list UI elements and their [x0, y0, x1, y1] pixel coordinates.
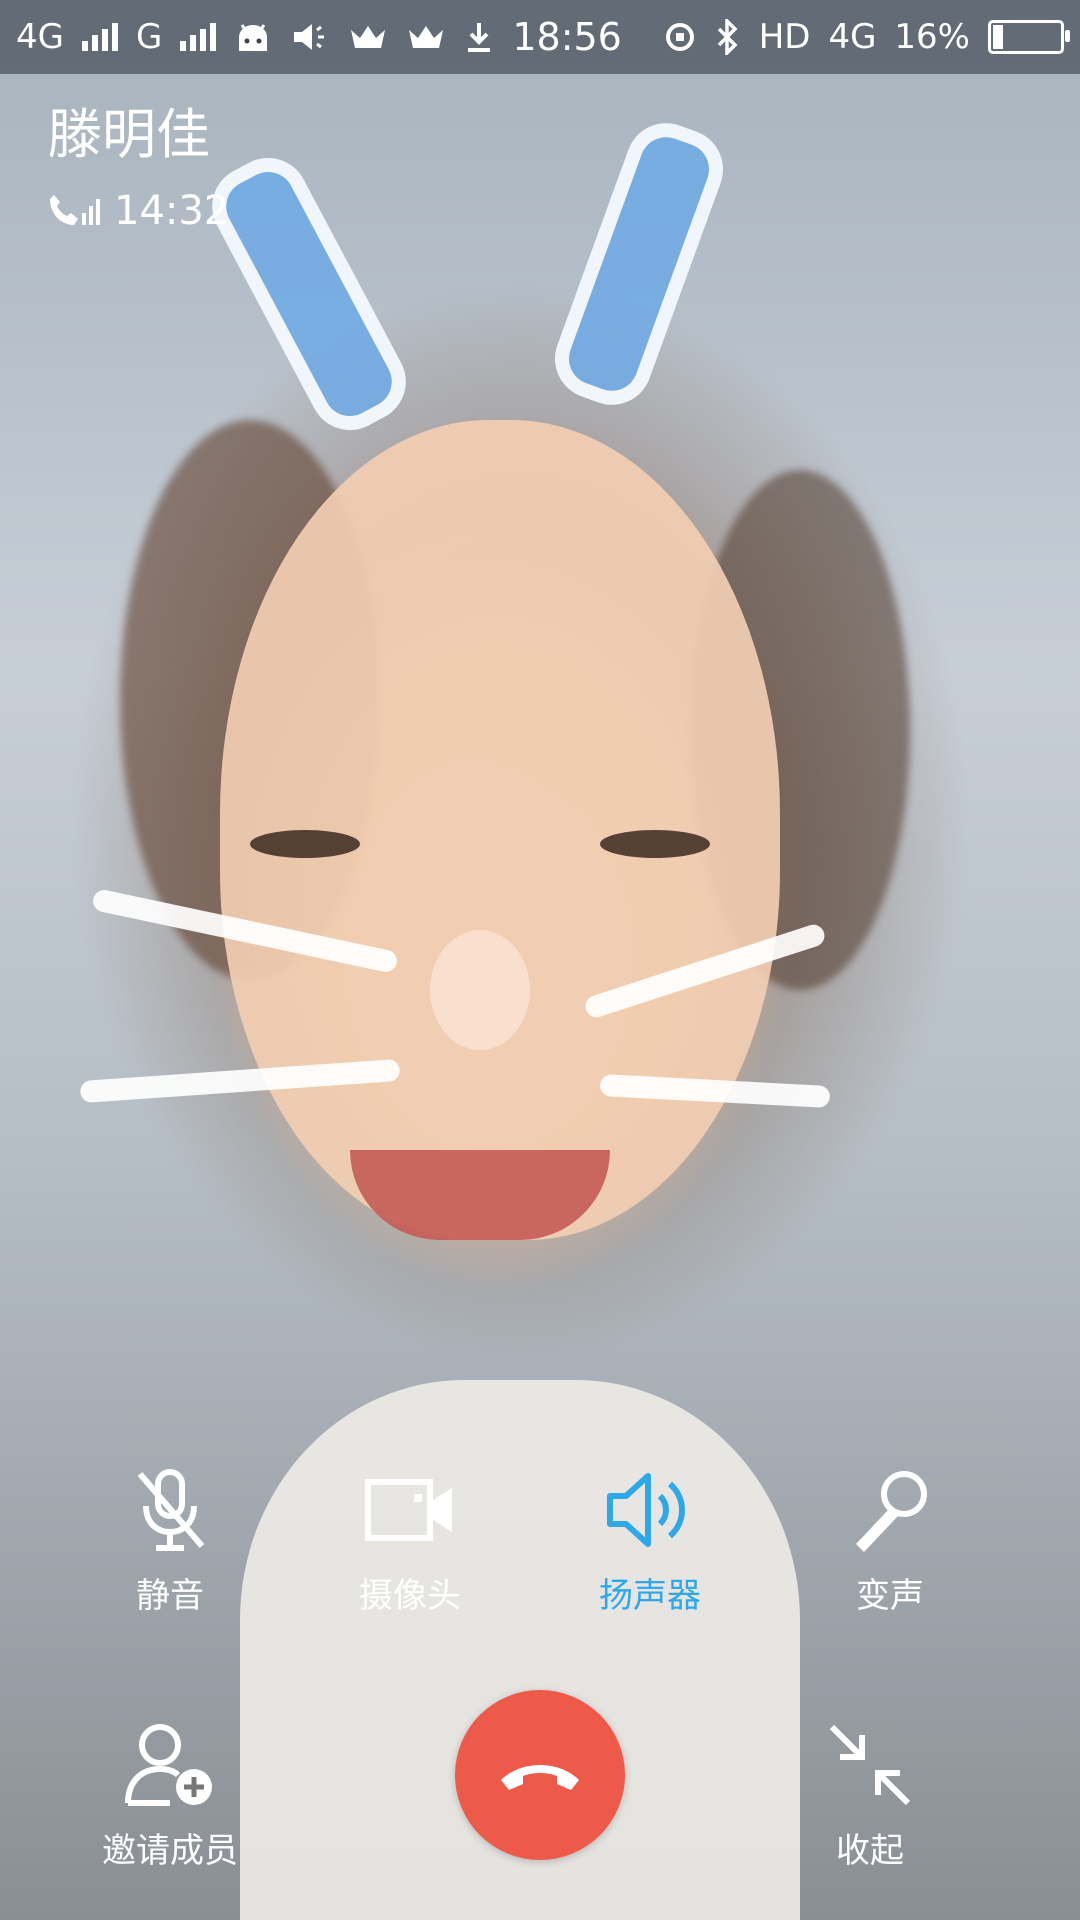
status-bar: 4G G 18:56 HD 4G 16% [0, 0, 1080, 74]
video-camera-icon [365, 1479, 452, 1541]
bunny-ear-right [543, 111, 735, 417]
collapse-label: 收起 [836, 1831, 904, 1871]
signal-icon-2 [180, 23, 217, 51]
camera-label: 摄像头 [359, 1576, 461, 1616]
voice-change-label: 变声 [856, 1576, 924, 1616]
bunny-ear-left [198, 143, 420, 445]
speaker-button[interactable]: 扬声器 [540, 1460, 760, 1617]
duration-text: 14:32 [114, 188, 230, 234]
clock: 18:56 [512, 15, 622, 59]
mute-button[interactable]: 静音 [60, 1460, 280, 1617]
download-icon [468, 23, 491, 52]
speaker-icon [607, 1473, 685, 1547]
caller-name: 滕明佳 [48, 103, 210, 166]
crown-icon-2 [409, 26, 444, 48]
android-icon [239, 24, 268, 51]
voice-change-button[interactable]: 变声 [780, 1460, 1000, 1617]
microphone-icon [856, 1471, 927, 1552]
network-type-3: 4G [828, 17, 877, 57]
battery-percent: 16% [894, 17, 970, 57]
phone-hangup-icon [501, 1765, 579, 1790]
vibrate-icon [294, 24, 325, 50]
phone-signal-icon [50, 195, 100, 225]
signal-icon [81, 23, 118, 51]
camera-button[interactable]: 摄像头 [300, 1460, 520, 1617]
crown-icon [351, 26, 386, 48]
speaker-label: 扬声器 [599, 1576, 701, 1616]
network-type-2: G [135, 17, 163, 57]
hd-label: HD [758, 17, 811, 57]
bluetooth-icon [717, 19, 738, 55]
battery-icon [988, 20, 1070, 54]
collapse-button[interactable]: 收起 [760, 1715, 980, 1872]
add-person-icon [125, 1724, 212, 1806]
network-type-1: 4G [16, 17, 64, 57]
rotation-lock-icon [665, 23, 694, 51]
video-feed [0, 0, 1080, 1920]
collapse-icon [829, 1724, 911, 1806]
call-duration-row: 14:32 [46, 188, 229, 234]
end-call-button[interactable] [455, 1690, 625, 1860]
invite-member-button[interactable]: 邀请成员 [60, 1715, 280, 1872]
mute-label: 静音 [136, 1576, 204, 1616]
invite-label: 邀请成员 [102, 1831, 238, 1871]
mic-off-icon [137, 1469, 205, 1551]
